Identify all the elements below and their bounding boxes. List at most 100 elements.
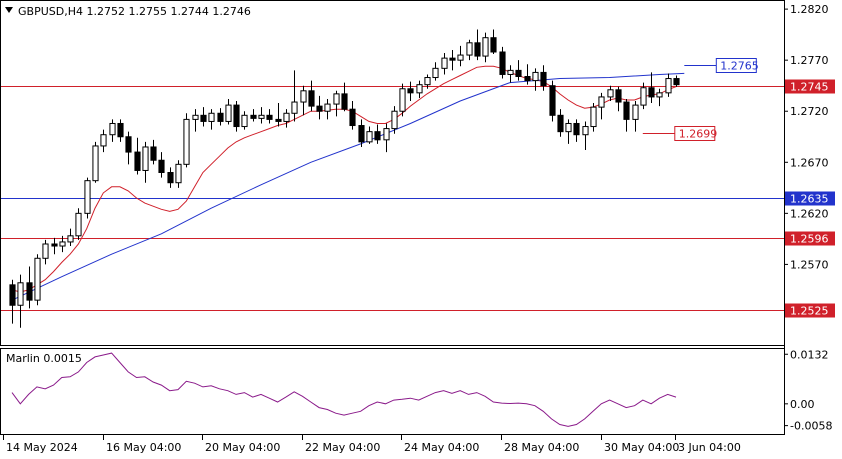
candle: [67, 228, 74, 247]
time-axis-labels: 14 May 2024 16 May 04:00 20 May 04:00 22 Ma…: [3, 435, 741, 454]
candle: [432, 62, 439, 81]
candle-body: [557, 114, 564, 133]
candle-body: [673, 78, 680, 86]
candle-body: [598, 96, 605, 108]
dropdown-triangle-icon[interactable]: [5, 7, 13, 13]
candle-body: [233, 104, 240, 128]
candle: [158, 152, 165, 178]
candle: [407, 81, 414, 102]
candle-body: [349, 108, 356, 127]
candle-body: [324, 103, 331, 112]
oscillator-layer: 0.0132 0.00 -0.0058: [11, 348, 832, 433]
candle: [499, 46, 506, 79]
candle: [275, 103, 282, 127]
candle-body: [67, 235, 74, 243]
candle-body: [275, 118, 282, 122]
candle-body: [466, 42, 473, 56]
candle: [208, 109, 215, 130]
candle: [441, 53, 448, 75]
candle-body: [383, 128, 390, 141]
candle-body: [358, 125, 365, 143]
candle: [333, 90, 340, 117]
candle-body: [623, 101, 630, 120]
indicator-panel-frame: [0, 348, 785, 435]
candle: [515, 60, 522, 81]
time-tick-label: 24 May 04:00: [404, 441, 479, 454]
candle-body: [100, 134, 107, 147]
candle-body: [515, 69, 522, 78]
candle-body: [399, 88, 406, 112]
candle: [532, 68, 539, 91]
candle: [134, 137, 141, 175]
candle-body: [333, 93, 340, 105]
candle: [557, 109, 564, 137]
candle: [648, 72, 655, 104]
price-tick-label: 1.2620: [790, 207, 829, 220]
candle-body: [142, 146, 149, 171]
candle-body: [59, 241, 66, 247]
candle-body: [457, 54, 464, 61]
candle: [474, 29, 481, 61]
time-tick-label: 14 May 2024: [6, 441, 78, 454]
candle-body: [490, 37, 497, 53]
candle-body: [92, 145, 99, 182]
candle-body: [42, 243, 49, 259]
candle-body: [366, 131, 373, 143]
candle-body: [632, 104, 639, 120]
candle-body: [125, 136, 132, 153]
level-price-badge-label: 1.2635: [790, 193, 829, 206]
candle: [34, 254, 41, 306]
candle: [51, 237, 58, 255]
candle-body: [549, 85, 556, 116]
candle: [665, 73, 672, 97]
candle: [383, 123, 390, 153]
candle: [167, 167, 174, 188]
candle-body: [51, 243, 58, 247]
candle: [250, 109, 257, 122]
candle-body: [300, 90, 307, 103]
candle-body: [250, 114, 257, 119]
candle: [598, 92, 605, 120]
candle-body: [507, 69, 514, 75]
candle-body: [573, 122, 580, 136]
candle: [507, 65, 514, 83]
candle: [225, 98, 232, 125]
trading-chart-window: 1.2765 1.2699 1.2820 1.2770 1.2720 1.2670 1.2…: [0, 0, 842, 459]
candle: [150, 139, 157, 165]
price-tick-label: 1.2820: [790, 3, 829, 16]
oscillator-tick-label: 0.0132: [790, 348, 829, 361]
marlin-oscillator-line: [11, 352, 677, 427]
candle: [374, 124, 381, 144]
candle-body: [341, 93, 348, 110]
candle: [623, 98, 630, 132]
candle: [291, 70, 298, 122]
candle: [142, 141, 149, 183]
candle: [17, 274, 24, 328]
candle: [233, 101, 240, 132]
price-tick-label: 1.2670: [790, 156, 829, 169]
candle-body: [9, 284, 16, 306]
candle-body: [499, 51, 506, 75]
time-tick-label: 22 May 04:00: [305, 441, 380, 454]
annotations-layer: 1.2765 1.2699: [642, 58, 759, 141]
candle: [183, 113, 190, 168]
price-panel-frame: [0, 0, 785, 346]
candle: [100, 129, 107, 153]
level-price-badge-label: 1.2596: [790, 233, 829, 246]
candle: [490, 29, 497, 55]
candle: [457, 45, 464, 67]
candle: [349, 101, 356, 130]
candle: [175, 160, 182, 188]
price-axis-labels: 1.2820 1.2770 1.2720 1.2670 1.2620 1.2570 1.27…: [784, 3, 835, 318]
candle-body: [200, 114, 207, 122]
candle-body: [615, 89, 622, 103]
candle: [84, 177, 91, 219]
candle-body: [158, 159, 165, 173]
candle: [582, 121, 589, 151]
candle: [324, 98, 331, 120]
candle-body: [241, 114, 248, 128]
candle-body: [291, 101, 298, 114]
chart-canvas[interactable]: 1.27651.2699 1.28201.27701.27201.26701.2…: [0, 0, 842, 459]
candle: [416, 80, 423, 98]
candle-body: [416, 84, 423, 94]
